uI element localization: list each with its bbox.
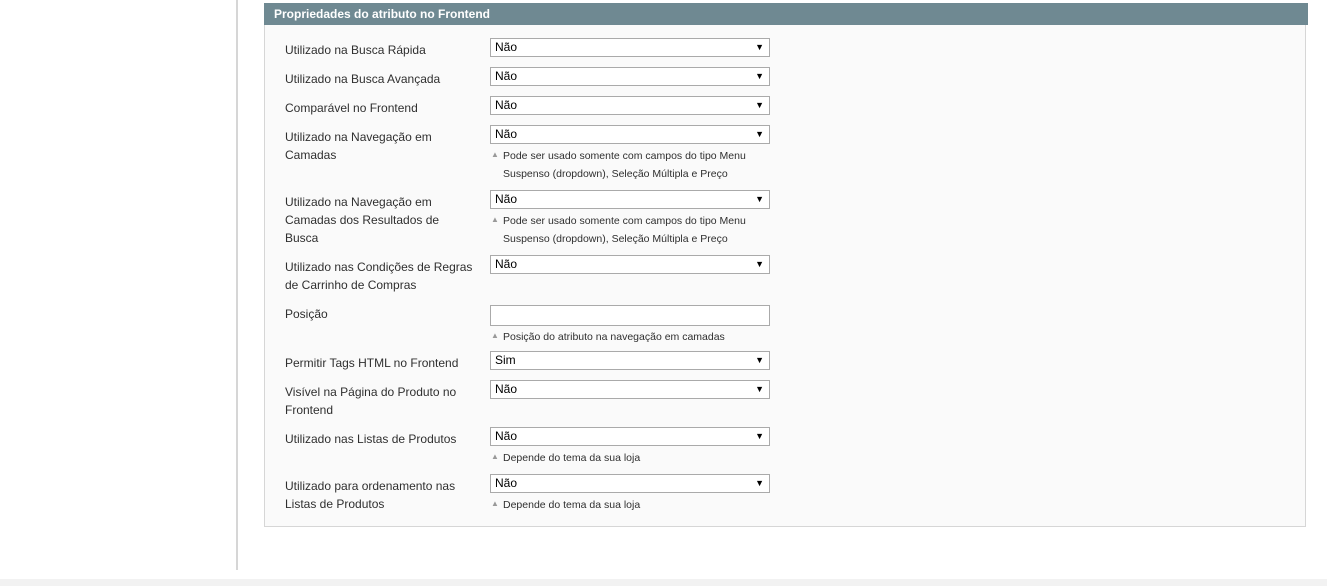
layered-nav-search-note-text: Pode ser usado somente com campos do tip… [503, 215, 746, 245]
dropdown-arrow-icon: ▼ [755, 129, 764, 139]
layered-nav-select[interactable]: Não ▼ [490, 125, 770, 144]
quick-search-value: Não [495, 40, 518, 54]
product-listing-select[interactable]: Não ▼ [490, 427, 770, 446]
product-listing-value: Não [495, 429, 518, 443]
dropdown-arrow-icon: ▼ [755, 431, 764, 441]
sort-by-note-text: Depende do tema da sua loja [503, 499, 641, 511]
quick-search-label: Utilizado na Busca Rápida [285, 43, 426, 57]
dropdown-arrow-icon: ▼ [755, 478, 764, 488]
comparable-value: Não [495, 98, 518, 112]
product-listing-note-text: Depende do tema da sua loja [503, 452, 641, 464]
left-column-divider [236, 0, 238, 570]
dropdown-arrow-icon: ▼ [755, 259, 764, 269]
dropdown-arrow-icon: ▼ [755, 71, 764, 81]
fieldset-title: Propriedades do atributo no Frontend [264, 3, 1308, 25]
dropdown-arrow-icon: ▼ [755, 384, 764, 394]
note-triangle-icon: ▲ [491, 215, 499, 224]
sort-by-note: ▲ Depende do tema da sua loja [490, 496, 770, 514]
layered-nav-value: Não [495, 127, 518, 141]
note-triangle-icon: ▲ [491, 452, 499, 461]
layered-nav-search-select[interactable]: Não ▼ [490, 190, 770, 209]
note-triangle-icon: ▲ [491, 499, 499, 508]
html-tags-value: Sim [495, 353, 516, 367]
product-listing-note: ▲ Depende do tema da sua loja [490, 449, 770, 467]
promo-rules-label: Utilizado nas Condições de Regras de Car… [285, 260, 473, 292]
comparable-select[interactable]: Não ▼ [490, 96, 770, 115]
advanced-search-value: Não [495, 69, 518, 83]
dropdown-arrow-icon: ▼ [755, 194, 764, 204]
position-input[interactable] [490, 305, 770, 326]
sort-by-select[interactable]: Não ▼ [490, 474, 770, 493]
visible-on-product-select[interactable]: Não ▼ [490, 380, 770, 399]
advanced-search-select[interactable]: Não ▼ [490, 67, 770, 86]
layered-nav-search-label: Utilizado na Navegação em Camadas dos Re… [285, 195, 440, 245]
promo-rules-select[interactable]: Não ▼ [490, 255, 770, 274]
layered-nav-search-note: ▲ Pode ser usado somente com campos do t… [490, 212, 770, 248]
note-triangle-icon: ▲ [491, 331, 499, 340]
footer-strip [0, 579, 1327, 586]
position-note-text: Posição do atributo na navegação em cama… [503, 331, 725, 343]
html-tags-label: Permitir Tags HTML no Frontend [285, 356, 459, 370]
promo-rules-value: Não [495, 257, 518, 271]
layered-nav-label: Utilizado na Navegação em Camadas [285, 130, 432, 162]
advanced-search-label: Utilizado na Busca Avançada [285, 72, 441, 86]
layered-nav-note: ▲ Pode ser usado somente com campos do t… [490, 147, 770, 183]
quick-search-select[interactable]: Não ▼ [490, 38, 770, 57]
dropdown-arrow-icon: ▼ [755, 100, 764, 110]
product-listing-label: Utilizado nas Listas de Produtos [285, 432, 457, 446]
sort-by-value: Não [495, 476, 518, 490]
position-note: ▲ Posição do atributo na navegação em ca… [490, 328, 770, 346]
visible-on-product-label: Visível na Página do Produto no Frontend [285, 385, 457, 417]
sort-by-label: Utilizado para ordenamento nas Listas de… [285, 479, 456, 511]
dropdown-arrow-icon: ▼ [755, 355, 764, 365]
comparable-label: Comparável no Frontend [285, 101, 418, 115]
layered-nav-search-value: Não [495, 192, 518, 206]
visible-on-product-value: Não [495, 382, 518, 396]
html-tags-select[interactable]: Sim ▼ [490, 351, 770, 370]
position-label: Posição [285, 307, 328, 321]
layered-nav-note-text: Pode ser usado somente com campos do tip… [503, 150, 746, 180]
dropdown-arrow-icon: ▼ [755, 42, 764, 52]
note-triangle-icon: ▲ [491, 150, 499, 159]
